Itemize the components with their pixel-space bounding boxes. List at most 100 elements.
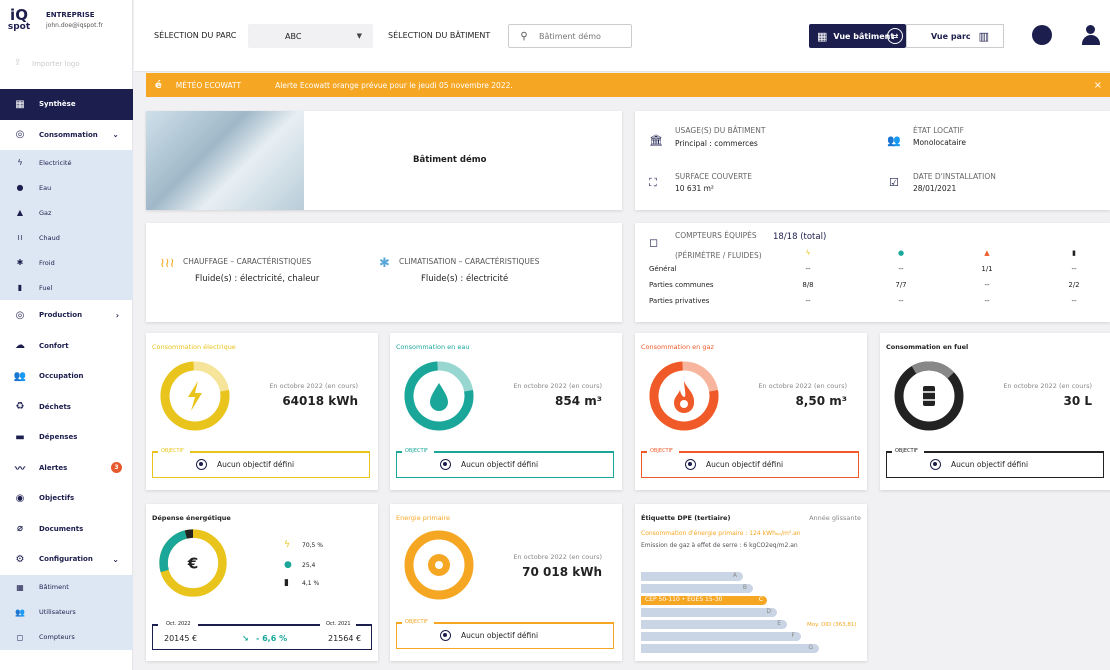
city-icon: ▥	[978, 29, 989, 43]
bolt-icon: ϟ	[17, 158, 23, 167]
sidebar-item-fuel[interactable]: ▮ Fuel	[0, 275, 133, 300]
meter-cell: 1/1	[981, 265, 993, 273]
user-email: john.doe@iqspot.fr	[46, 22, 103, 29]
kpi-sub: En octobre 2022 (en cours)	[513, 382, 602, 390]
kpi-card: Consommation en fuel En octobre 2022 (en…	[880, 333, 1110, 490]
sidebar-item-depenses[interactable]: ▬ Dépenses	[0, 422, 133, 453]
cur-period-value: 21564 €	[328, 634, 362, 643]
sidebar-item-dechets[interactable]: ♻ Déchets	[0, 392, 133, 423]
sidebar-item-occupation[interactable]: 👥 Occupation	[0, 361, 133, 392]
dpe-class-a: A	[641, 572, 743, 581]
target-icon	[440, 630, 451, 641]
bank-icon: 🏛	[649, 134, 663, 147]
sidebar-item-consommation[interactable]: ◎ Consommation ⌄	[0, 120, 133, 151]
close-icon[interactable]: ×	[1094, 80, 1102, 91]
kpi-sub: En octobre 2022 (en cours)	[269, 382, 358, 390]
usage-label: USAGE(S) DU BÂTIMENT	[675, 126, 766, 135]
sidebar-item-configuration[interactable]: ⚙ Configuration ⌄	[0, 544, 133, 575]
objective-label: OBJECTIF	[161, 448, 184, 454]
upload-icon[interactable]: ⇪	[14, 58, 24, 68]
sidebar: iQ spot ENTREPRISE john.doe@iqspot.fr ⇪ I…	[0, 0, 133, 670]
prev-period-value: 20145 €	[164, 634, 198, 643]
sidebar-item-synthese[interactable]: ▦ Synthèse	[0, 89, 133, 120]
sidebar-item-electricite[interactable]: ϟ Electricité	[0, 150, 133, 175]
expand-icon: ⛶	[649, 176, 657, 189]
objective-label: OBJECTIF	[650, 448, 673, 454]
dpe-current-label: CEP 50-110 • EGES 15-30	[645, 596, 723, 603]
vue-batiment-button[interactable]: ▦ Vue bâtiment ⇄	[809, 24, 906, 48]
objective-text[interactable]: Aucun objectif défini	[930, 459, 1028, 470]
barrel-icon: ▮	[284, 578, 289, 588]
upload-logo-link[interactable]: Importer logo	[32, 60, 80, 68]
user-icon[interactable]	[1080, 24, 1102, 46]
target-icon	[930, 459, 941, 470]
sidebar-item-compteurs[interactable]: ◻ Compteurs	[0, 625, 133, 650]
search-icon: ⚲	[520, 30, 528, 42]
primaire-value: 70 018 kWh	[522, 565, 602, 579]
building-icon: ▦	[16, 582, 24, 592]
batiment-search-input[interactable]: ⚲ Bâtiment démo	[508, 24, 632, 48]
sidebar-item-eau[interactable]: ● Eau	[0, 175, 133, 200]
objective-text[interactable]: Aucun objectif défini	[685, 459, 783, 470]
building-info-card: 🏛 USAGE(S) DU BÂTIMENT Principal : comme…	[635, 111, 1110, 210]
depense-title: Dépense énergétique	[152, 514, 231, 522]
bolt-icon: ϟ	[805, 249, 811, 257]
globe-icon[interactable]	[1032, 25, 1052, 45]
ecowatt-icon: é	[155, 79, 162, 91]
people-icon: 👥	[887, 134, 901, 147]
drop-icon: ●	[284, 560, 292, 570]
meter-icon: ◻	[16, 632, 24, 642]
drop-icon: ●	[897, 249, 905, 257]
heat-icon: ≀≀≀	[160, 256, 175, 271]
parc-select[interactable]: ABC ▼	[248, 24, 373, 48]
consommation-submenu: ϟ Electricité ● Eau ▲ Gaz ≀≀ Chaud ✱ Froid ▮ F…	[0, 150, 133, 300]
kpi-ring	[894, 361, 964, 431]
dpe-period: Année glissante	[809, 514, 861, 522]
kpi-title: Consommation en fuel	[886, 343, 969, 351]
caret-down-icon: ▼	[356, 32, 362, 40]
vue-parc-button[interactable]: Vue parc ▥	[906, 24, 1004, 48]
meter-icon: ◻	[649, 236, 659, 249]
meter-cell: --	[898, 265, 904, 273]
building-name: Bâtiment démo	[413, 155, 487, 165]
usage-value: Principal : commerces	[675, 139, 758, 148]
depense-donut: €	[159, 529, 227, 597]
sidebar-item-documents[interactable]: ⌀ Documents	[0, 514, 133, 545]
objective-text[interactable]: Aucun objectif défini	[440, 630, 538, 641]
kpi-ring	[160, 361, 230, 431]
sidebar-item-objectifs[interactable]: ◉ Objectifs	[0, 483, 133, 514]
kpi-ring	[404, 361, 474, 431]
sidebar-item-alertes[interactable]: 〰 Alertes 3	[0, 453, 133, 484]
configuration-submenu: ▦ Bâtiment 👥 Utilisateurs ◻ Compteurs	[0, 574, 133, 650]
dpe-moy-label: Moy. OID (363,81)	[807, 622, 857, 628]
sidebar-item-production[interactable]: ◎ Production ›	[0, 300, 133, 331]
sidebar-item-confort[interactable]: ☁ Confort	[0, 331, 133, 362]
euro-icon: €	[187, 555, 199, 573]
topbar: SÉLECTION DU PARC ABC ▼ SÉLECTION DU BÂTI…	[134, 0, 1110, 72]
building-card: Bâtiment démo	[146, 111, 622, 210]
paperclip-icon: ⌀	[16, 523, 24, 535]
switch-icon[interactable]: ⇄	[887, 28, 903, 44]
meter-cell: --	[805, 297, 811, 305]
chevron-down-icon: ⌄	[112, 130, 119, 140]
sidebar-item-utilisateurs[interactable]: 👥 Utilisateurs	[0, 600, 133, 625]
kpi-value: 30 L	[1063, 394, 1092, 408]
objective-text[interactable]: Aucun objectif défini	[440, 459, 538, 470]
dpe-class-c: CEP 50-110 • EGES 15-30 C	[641, 596, 767, 605]
kpi-title: Consommation en gaz	[641, 343, 714, 351]
meter-cell: --	[984, 297, 990, 305]
kpi-sub: En octobre 2022 (en cours)	[1003, 382, 1092, 390]
etat-label: ÉTAT LOCATIF	[913, 126, 964, 135]
sidebar-item-batiment[interactable]: ▦ Bâtiment	[0, 575, 133, 600]
objective-text[interactable]: Aucun objectif défini	[196, 459, 294, 470]
alert-count-badge: 3	[111, 462, 122, 474]
pulse-icon: 〰	[15, 464, 25, 476]
meter-cell: 2/2	[1068, 281, 1080, 289]
sidebar-item-chaud[interactable]: ≀≀ Chaud	[0, 225, 133, 250]
sidebar-item-froid[interactable]: ✱ Froid	[0, 250, 133, 275]
meter-cell: --	[984, 281, 990, 289]
dpe-class-d: D	[641, 608, 777, 617]
iqspot-logo[interactable]: iQ spot	[6, 8, 32, 38]
dpe-ges-line: Emission de gaz à effet de serre : 6 kgC…	[641, 542, 798, 549]
sidebar-item-gaz[interactable]: ▲ Gaz	[0, 200, 133, 225]
